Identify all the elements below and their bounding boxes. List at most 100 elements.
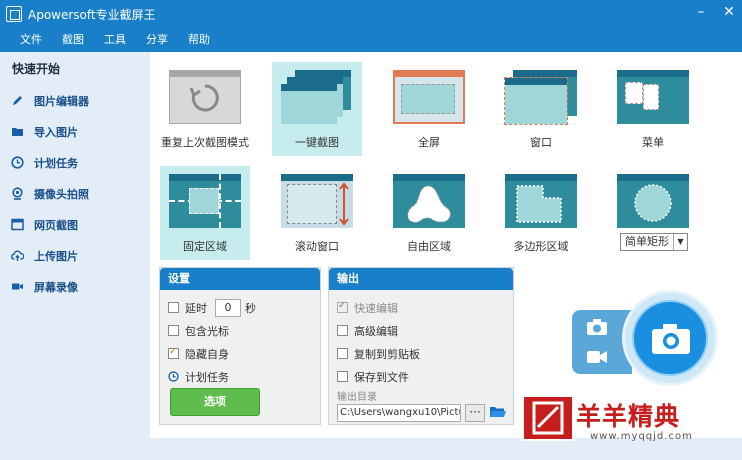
mode-one-click[interactable]: 一键截图 xyxy=(272,62,362,156)
fixed-region-icon xyxy=(169,174,241,228)
shape-select[interactable]: 简单矩形 ▼ xyxy=(620,233,688,251)
browse-button[interactable]: ··· xyxy=(465,404,485,422)
save-file-label: 保存到文件 xyxy=(354,370,409,384)
output-dir-input[interactable]: C:\Users\wangxu10\Pictures\Ap xyxy=(337,404,461,422)
sidebar-item-image-editor[interactable]: 图片编辑器 xyxy=(0,85,150,116)
menu-help[interactable]: 帮助 xyxy=(178,28,220,52)
mode-scroll-window[interactable]: 滚动窗口 xyxy=(272,166,362,260)
repeat-icon xyxy=(169,70,241,124)
mode-label: 一键截图 xyxy=(295,136,339,149)
free-region-icon xyxy=(393,174,465,228)
copy-clipboard-option[interactable]: 复制到剪贴板 xyxy=(329,342,513,365)
video-camera-icon xyxy=(10,280,24,294)
mode-label: 滚动窗口 xyxy=(295,240,339,253)
window-icon xyxy=(504,70,577,125)
video-camera-small-icon[interactable] xyxy=(586,348,608,369)
sidebar-item-upload[interactable]: 上传图片 xyxy=(0,240,150,271)
hide-self-label: 隐藏自身 xyxy=(185,347,229,361)
app-logo-icon xyxy=(6,6,22,22)
one-click-icon xyxy=(281,70,353,124)
delay-unit: 秒 xyxy=(245,301,256,315)
advanced-edit-option[interactable]: 高级编辑 xyxy=(329,319,513,342)
output-dir-row: C:\Users\wangxu10\Pictures\Ap ··· xyxy=(329,404,513,422)
copy-clipboard-label: 复制到剪贴板 xyxy=(354,347,420,361)
mode-polygon-region[interactable]: 多边形区域 xyxy=(496,166,586,260)
webcam-icon xyxy=(10,187,24,201)
mode-menu[interactable]: 菜单 xyxy=(608,62,698,156)
pencil-icon xyxy=(10,94,24,108)
quick-capture-inner xyxy=(632,300,708,376)
menu-icon xyxy=(617,70,689,124)
mode-label: 全屏 xyxy=(418,136,440,149)
open-folder-icon[interactable] xyxy=(489,405,507,422)
include-cursor-checkbox[interactable] xyxy=(168,325,179,336)
delay-checkbox[interactable] xyxy=(168,302,179,313)
sidebar-item-label: 网页截图 xyxy=(34,218,78,232)
mode-label: 自由区域 xyxy=(407,240,451,253)
quick-edit-option: 快速编辑 xyxy=(329,296,513,319)
copy-clipboard-checkbox[interactable] xyxy=(337,348,348,359)
window-title: Apowersoft专业截屏王 xyxy=(28,7,156,22)
output-title: 输出 xyxy=(329,268,513,290)
include-cursor-label: 包含光标 xyxy=(185,324,229,338)
mode-window[interactable]: 窗口 xyxy=(496,62,586,156)
options-button[interactable]: 选项 xyxy=(170,388,260,416)
menu-bar: 文件 截图 工具 分享 帮助 xyxy=(0,28,742,52)
mode-fixed-region[interactable]: 固定区域 xyxy=(160,166,250,260)
quick-edit-label: 快速编辑 xyxy=(354,301,398,315)
sidebar-item-import[interactable]: 导入图片 xyxy=(0,116,150,147)
watermark-url: www.myqqjd.com xyxy=(590,431,693,442)
mode-label: 重复上次截图模式 xyxy=(161,136,249,149)
quick-edit-checkbox xyxy=(337,300,348,313)
menu-share[interactable]: 分享 xyxy=(136,28,178,52)
mode-repeat-last[interactable]: 重复上次截图模式 xyxy=(160,62,250,156)
delay-option: 延时 0 秒 xyxy=(160,296,320,319)
mode-simple-shape[interactable] xyxy=(608,166,698,236)
output-dir-label: 输出目录 xyxy=(337,392,377,403)
sidebar-item-screen-record[interactable]: 屏幕录像 xyxy=(0,271,150,302)
camera-small-icon[interactable] xyxy=(586,318,608,339)
webpage-icon xyxy=(10,218,24,232)
schedule-option[interactable]: 计划任务 xyxy=(160,365,320,388)
camera-icon xyxy=(652,324,690,354)
mode-label: 菜单 xyxy=(642,136,664,149)
hide-self-option[interactable]: 隐藏自身 xyxy=(160,342,320,365)
delay-label: 延时 xyxy=(185,301,207,315)
capture-modes-area: 重复上次截图模式 一键截图 全屏 窗口 菜单 固定区域 滚动窗口 自由区域 多边… xyxy=(150,52,742,438)
sidebar-item-webcam[interactable]: 摄像头拍照 xyxy=(0,178,150,209)
save-file-checkbox[interactable] xyxy=(337,371,348,382)
sidebar-item-label: 屏幕录像 xyxy=(34,280,78,294)
quick-capture-button[interactable] xyxy=(622,290,718,386)
schedule-label: 计划任务 xyxy=(185,370,229,384)
include-cursor-option[interactable]: 包含光标 xyxy=(160,319,320,342)
sidebar-item-label: 计划任务 xyxy=(34,156,78,170)
sidebar-item-schedule[interactable]: 计划任务 xyxy=(0,147,150,178)
advanced-edit-checkbox[interactable] xyxy=(337,325,348,336)
polygon-region-icon xyxy=(505,174,577,228)
shape-select-value: 简单矩形 xyxy=(625,235,669,248)
upload-icon xyxy=(10,249,24,263)
settings-panel: 设置 延时 0 秒 包含光标 隐藏自身 计划任务 选项 xyxy=(159,267,321,425)
sidebar: 快速开始 图片编辑器 导入图片 计划任务 摄像头拍照 网页截图 上传图片 屏幕录… xyxy=(0,52,150,438)
mode-free-region[interactable]: 自由区域 xyxy=(384,166,474,260)
watermark-text: 羊羊精典 xyxy=(576,402,681,431)
clock-icon xyxy=(168,370,179,384)
advanced-edit-label: 高级编辑 xyxy=(354,324,398,338)
save-file-option[interactable]: 保存到文件 xyxy=(329,365,513,388)
mode-fullscreen[interactable]: 全屏 xyxy=(384,62,474,156)
hide-self-checkbox[interactable] xyxy=(168,346,179,359)
minimize-icon[interactable]: – xyxy=(694,4,708,20)
menu-tools[interactable]: 工具 xyxy=(94,28,136,52)
close-icon[interactable]: ✕ xyxy=(722,4,736,20)
fullscreen-icon xyxy=(393,70,465,124)
sidebar-item-label: 导入图片 xyxy=(34,125,78,139)
menu-capture[interactable]: 截图 xyxy=(52,28,94,52)
settings-title: 设置 xyxy=(160,268,320,290)
delay-input[interactable]: 0 xyxy=(215,298,241,317)
sidebar-item-webpage[interactable]: 网页截图 xyxy=(0,209,150,240)
sidebar-heading: 快速开始 xyxy=(12,62,61,76)
watermark-logo xyxy=(522,395,574,441)
sidebar-item-label: 上传图片 xyxy=(34,249,78,263)
sidebar-item-label: 摄像头拍照 xyxy=(34,187,89,201)
menu-file[interactable]: 文件 xyxy=(10,28,52,52)
